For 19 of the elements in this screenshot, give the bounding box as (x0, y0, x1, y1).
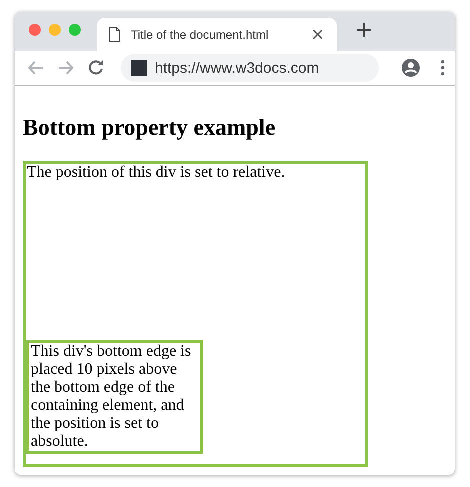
page-heading: Bottom property example (23, 115, 277, 141)
tab-title: Title of the document.html (131, 28, 270, 42)
new-tab-button[interactable]: + (351, 18, 378, 44)
relative-box-text: The position of this div is set to relative. (26, 164, 286, 182)
reload-button[interactable] (87, 59, 105, 78)
maximize-window-icon[interactable] (69, 24, 81, 36)
browser-tab[interactable]: Title of the document.html × (97, 18, 337, 52)
document-icon (109, 27, 121, 42)
absolute-box: This div's bottom edge is placed 10 pixels above the bottom edge of the containing element, and the position is set to absolute. (26, 340, 203, 454)
forward-button[interactable] (57, 59, 75, 78)
close-tab-button[interactable]: × (308, 24, 327, 45)
address-bar[interactable]: https://www.w3docs.com (121, 54, 379, 82)
minimize-window-icon[interactable] (49, 24, 61, 36)
close-window-icon[interactable] (29, 24, 41, 36)
url-field[interactable]: https://www.w3docs.com (155, 60, 355, 77)
profile-icon[interactable] (401, 58, 421, 78)
menu-icon[interactable] (441, 60, 445, 76)
site-icon (131, 60, 147, 76)
back-button[interactable] (27, 59, 45, 78)
